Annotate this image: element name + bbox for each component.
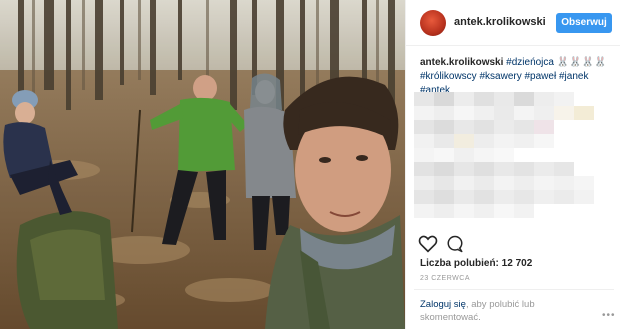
hashtag[interactable]: #janek [559,71,588,82]
caption-emoji: 🐰🐰🐰🐰 [556,57,607,68]
comment-icon[interactable] [446,235,464,253]
hashtag[interactable]: #ksawery [479,71,521,82]
login-link[interactable]: Zaloguj się [420,299,466,310]
hashtag[interactable]: #królikowscy [420,71,477,82]
avatar[interactable] [420,10,446,36]
hashtag[interactable]: #paweł [525,71,557,82]
post-photo[interactable] [0,0,405,329]
post-side-panel: antek.krolikowski Obserwuj antek.kroliko… [405,0,620,329]
pixelation-mosaic [414,92,594,218]
more-options-icon[interactable]: ••• [602,310,616,321]
heart-icon[interactable] [418,235,438,253]
divider [414,289,614,290]
username-link[interactable]: antek.krolikowski [454,16,546,28]
post-header: antek.krolikowski Obserwuj [406,0,620,46]
caption-username[interactable]: antek.krolikowski [420,57,503,68]
forest-selfie-image [0,0,405,329]
hashtag[interactable]: #dzieńojca [506,57,554,68]
follow-button[interactable]: Obserwuj [556,13,612,33]
post-date: 23 CZERWCA [420,275,470,282]
login-prompt: Zaloguj się, aby polubić lub skomentować… [420,298,590,324]
likes-count[interactable]: Liczba polubień: 12 702 [420,258,532,269]
pixelated-comments-area [414,92,614,222]
